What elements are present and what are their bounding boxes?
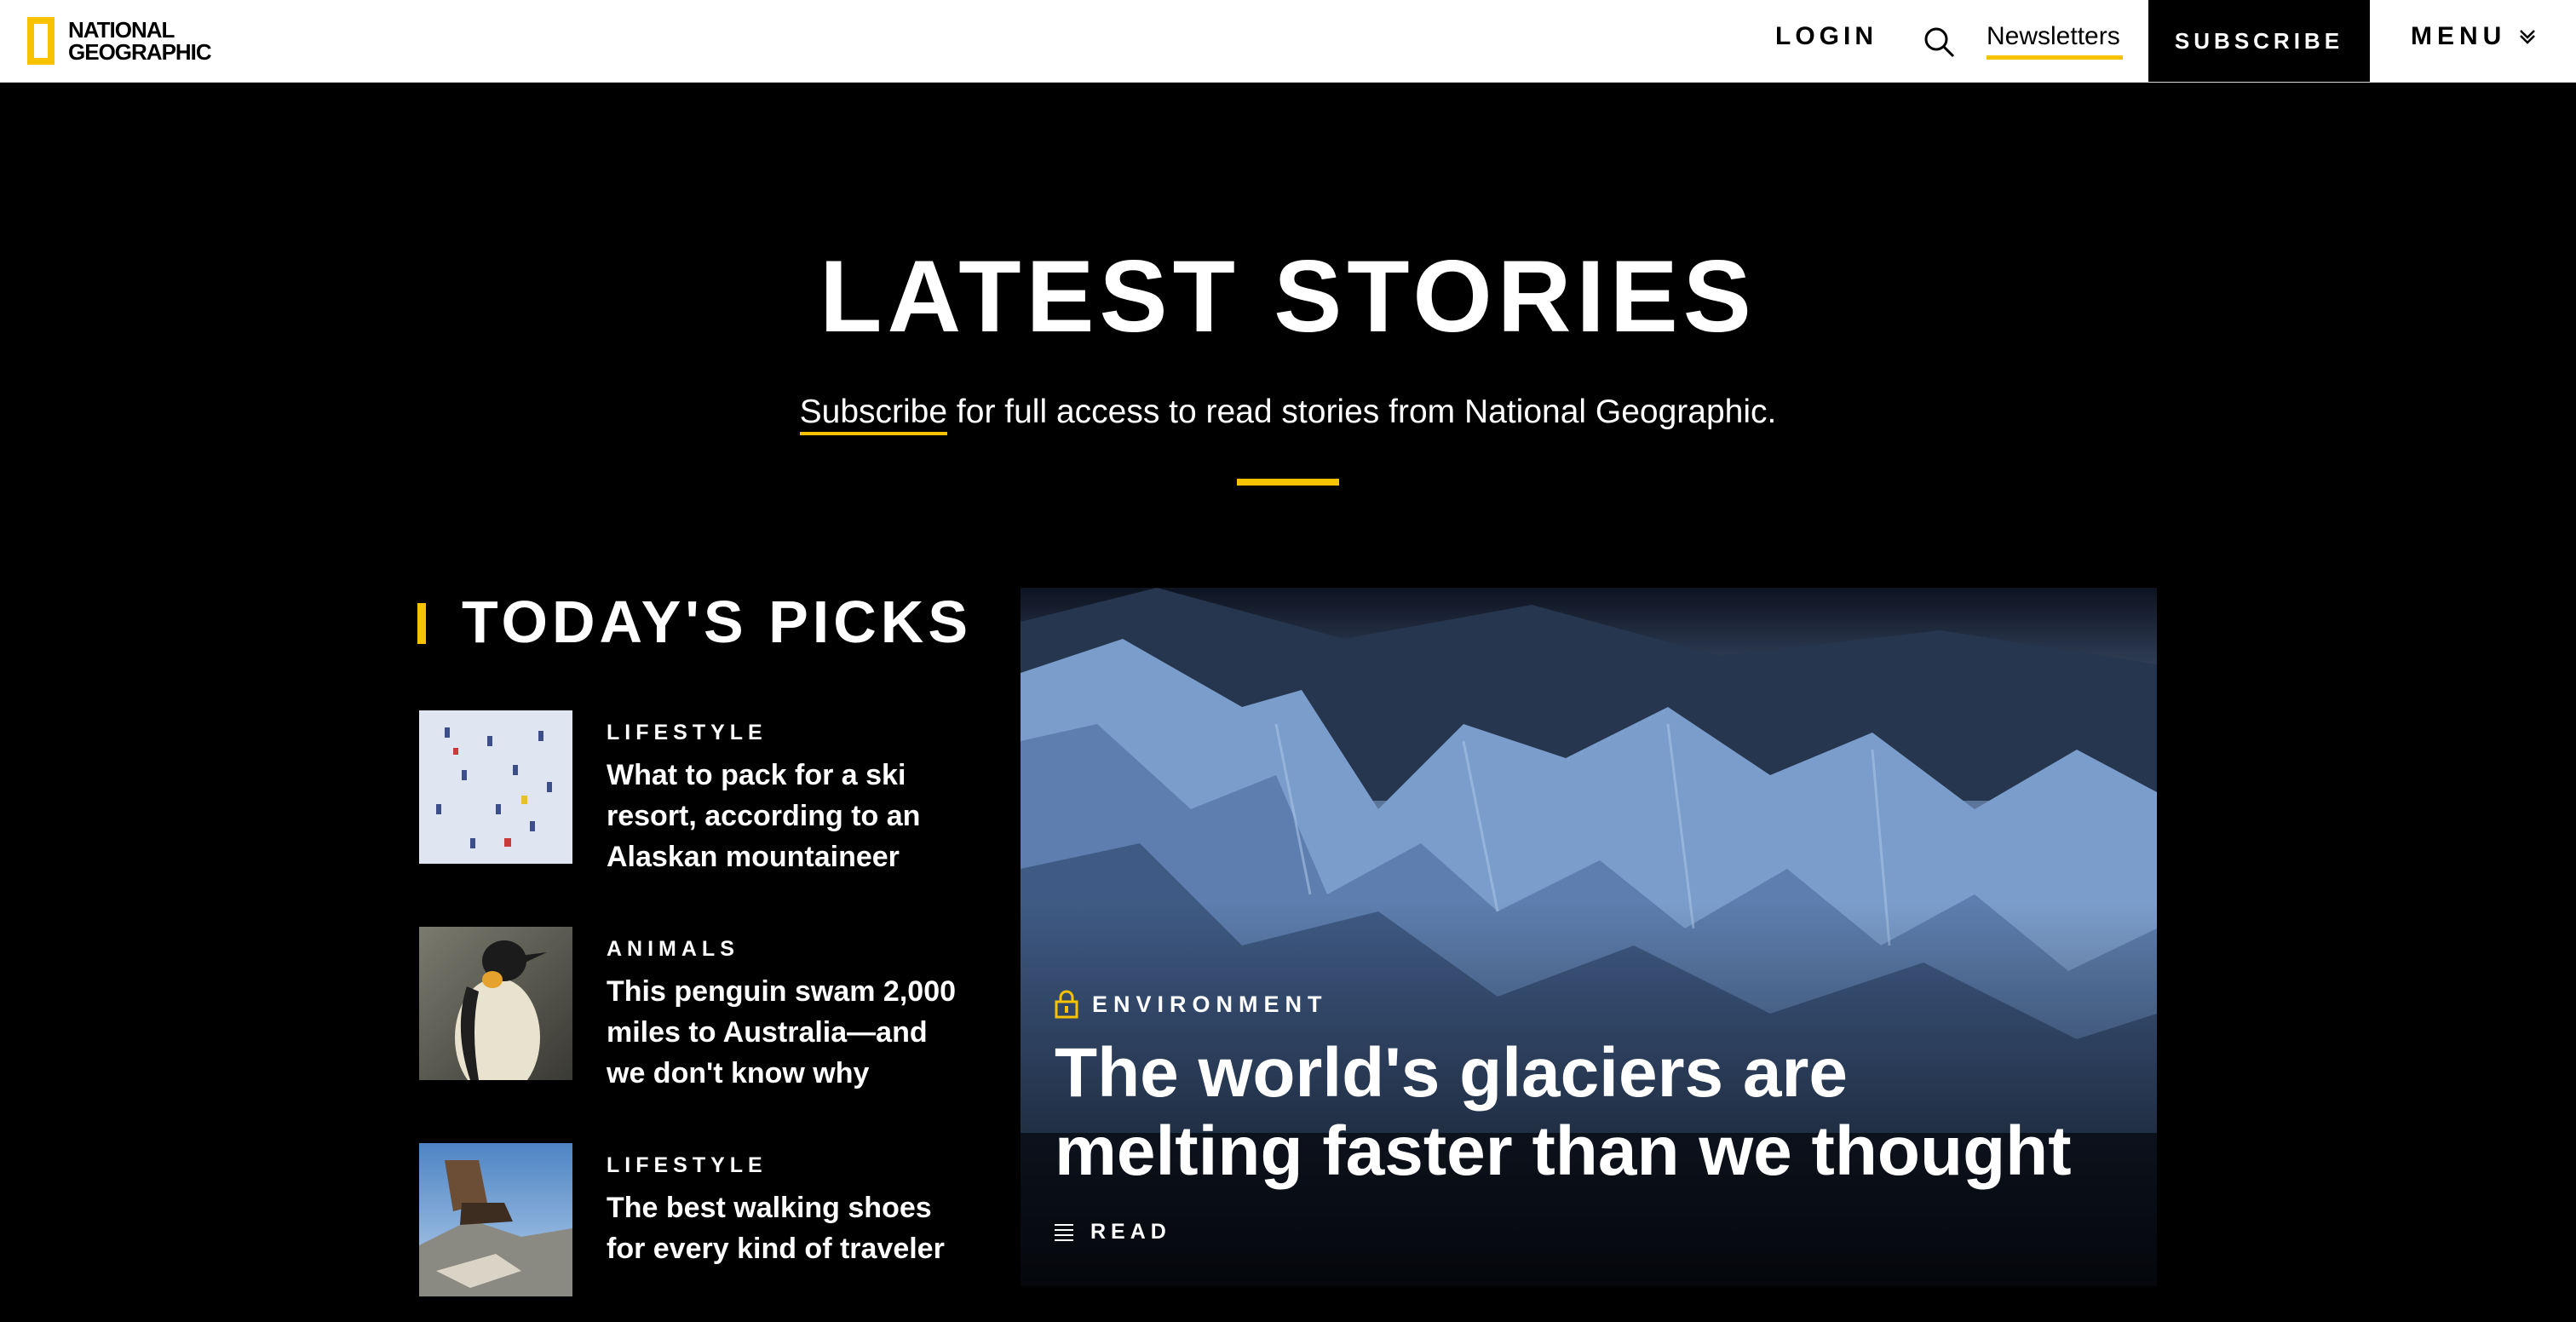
search-icon[interactable] bbox=[1922, 25, 1956, 59]
login-link[interactable]: LOGIN bbox=[1775, 22, 1877, 51]
subscribe-inline-link[interactable]: Subscribe bbox=[799, 394, 948, 435]
read-label: READ bbox=[1090, 1220, 1171, 1244]
hero-subtitle-text: for full access to read stories from Nat… bbox=[947, 394, 1777, 430]
skiers-aerial-image[interactable] bbox=[419, 710, 572, 864]
site-header: NATIONAL GEOGRAPHIC LOGIN Newsletters SU… bbox=[0, 0, 2576, 83]
read-button[interactable]: READ bbox=[1055, 1220, 2128, 1244]
pick-title[interactable]: What to pack for a ski resort, according… bbox=[607, 755, 964, 877]
penguin-image[interactable] bbox=[419, 927, 572, 1080]
logo-line-1: NATIONAL bbox=[68, 17, 175, 43]
lock-icon bbox=[1055, 990, 1078, 1019]
natgeo-logo[interactable]: NATIONAL GEOGRAPHIC bbox=[27, 14, 212, 68]
hero-subtitle: Subscribe for full access to read storie… bbox=[0, 394, 2576, 435]
subscribe-button[interactable]: SUBSCRIBE bbox=[2148, 0, 2370, 82]
featured-category-label: ENVIRONMENT bbox=[1092, 991, 1328, 1017]
read-lines-icon bbox=[1055, 1223, 1073, 1241]
pick-category: LIFESTYLE bbox=[607, 721, 768, 744]
newsletters-underline bbox=[1987, 55, 2123, 60]
menu-button[interactable]: MENU bbox=[2411, 22, 2537, 51]
pick-category: LIFESTYLE bbox=[607, 1153, 768, 1177]
pick-title[interactable]: The best walking shoes for every kind of… bbox=[607, 1187, 964, 1269]
featured-category: ENVIRONMENT bbox=[1055, 990, 2128, 1019]
logo-yellow-frame bbox=[27, 17, 55, 65]
hero-accent-bar bbox=[1237, 479, 1339, 486]
picks-title: TODAY'S PICKS bbox=[462, 589, 973, 655]
pick-item[interactable]: ANIMALS This penguin swam 2,000 miles to… bbox=[419, 927, 964, 1106]
chevron-down-icon bbox=[2520, 30, 2536, 44]
featured-story-card[interactable]: ENVIRONMENT The world's glaciers are mel… bbox=[1021, 588, 2157, 1286]
page-title: LATEST STORIES bbox=[819, 239, 1757, 353]
hiking-boots-image[interactable] bbox=[419, 1143, 572, 1296]
featured-story-text: ENVIRONMENT The world's glaciers are mel… bbox=[1055, 990, 2128, 1244]
logo-wordmark: NATIONAL GEOGRAPHIC bbox=[68, 17, 212, 65]
picks-accent-bar bbox=[417, 603, 426, 644]
pick-item[interactable]: LIFESTYLE What to pack for a ski resort,… bbox=[419, 710, 964, 889]
menu-label: MENU bbox=[2411, 22, 2507, 50]
featured-title[interactable]: The world's glaciers are melting faster … bbox=[1055, 1034, 2077, 1191]
pick-item[interactable]: LIFESTYLE The best walking shoes for eve… bbox=[419, 1143, 964, 1322]
logo-line-2: GEOGRAPHIC bbox=[68, 39, 212, 65]
newsletters-link[interactable]: Newsletters bbox=[1987, 22, 2120, 51]
pick-title[interactable]: This penguin swam 2,000 miles to Austral… bbox=[607, 971, 964, 1094]
pick-category: ANIMALS bbox=[607, 937, 739, 961]
